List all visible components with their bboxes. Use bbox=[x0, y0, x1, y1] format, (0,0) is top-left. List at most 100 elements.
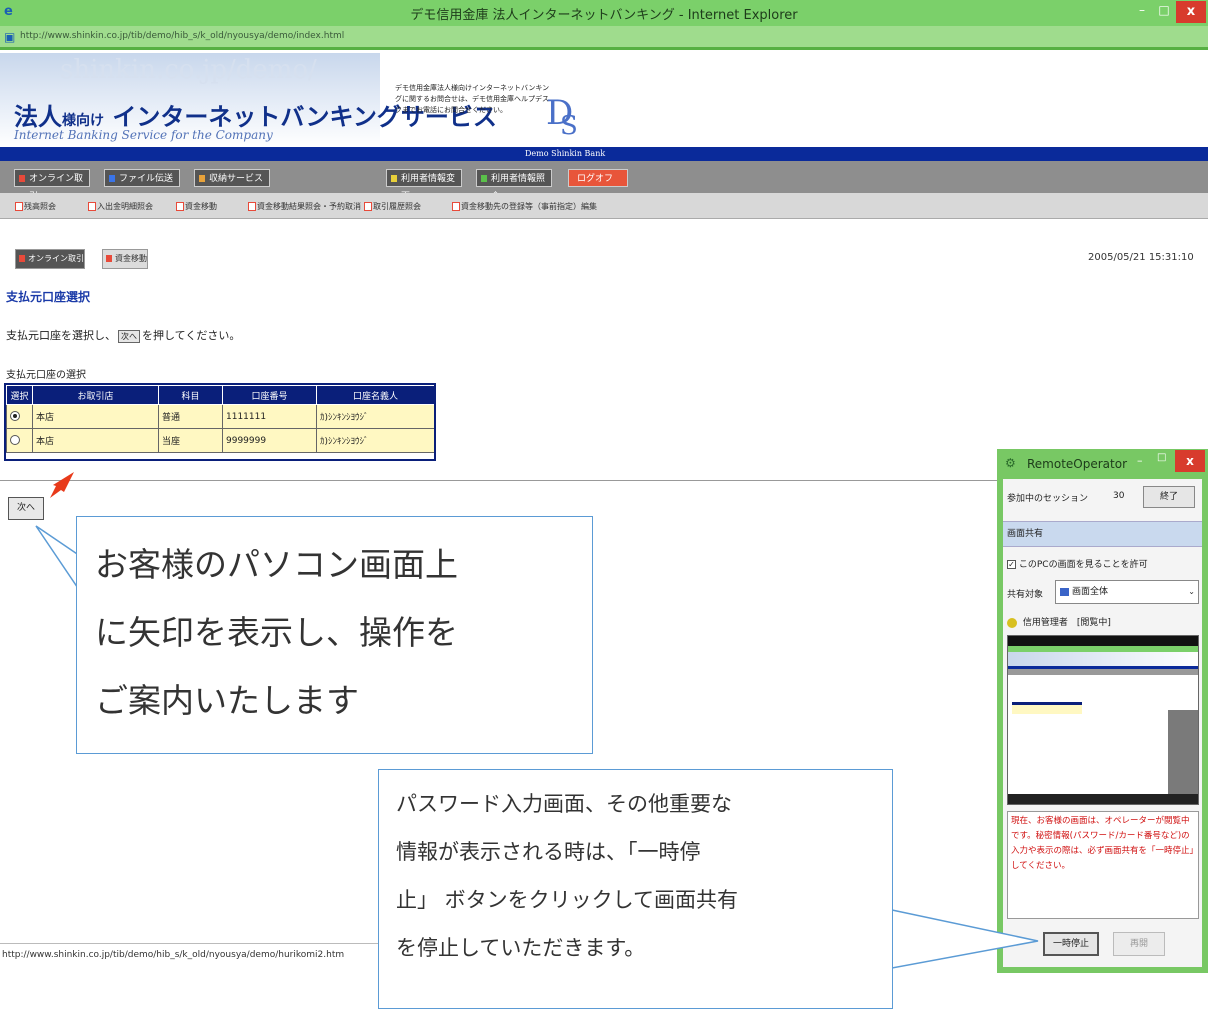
allow-screen-view[interactable]: ✓ このPCの画面を見ることを許可 bbox=[1007, 557, 1148, 570]
submenu-balance[interactable]: 残高照会 bbox=[15, 201, 56, 212]
cell-type: 普通 bbox=[158, 404, 223, 429]
share-target-select[interactable]: 画面全体 ⌄ bbox=[1055, 580, 1199, 604]
col-account-number: 口座番号 bbox=[222, 385, 317, 405]
preview-table bbox=[1012, 702, 1082, 714]
service-subtitle: Internet Banking Service for the Company bbox=[14, 128, 273, 142]
preview-menubar bbox=[1008, 669, 1198, 675]
callout-arrow-guide: お客様のパソコン画面上 に矢印を表示し、操作を ご案内いたします bbox=[76, 516, 593, 754]
col-type: 科目 bbox=[158, 385, 223, 405]
table-header-row: 選択 お取引店 科目 口座番号 口座名義人 bbox=[6, 385, 435, 405]
screen-share-section: 画面共有 bbox=[1003, 521, 1202, 547]
close-button[interactable]: x bbox=[1176, 1, 1206, 23]
preview-header bbox=[1008, 652, 1198, 666]
instruction-before: 支払元口座を選択し、 bbox=[6, 329, 116, 342]
pointer-arrow-icon bbox=[50, 472, 74, 498]
callout-arrow-line: ご案内いたします bbox=[95, 681, 359, 720]
cell-account-number: 9999999 bbox=[222, 428, 317, 453]
callout-arrow-line: お客様のパソコン画面上 bbox=[95, 545, 458, 584]
session-label: 参加中のセッション bbox=[1007, 494, 1089, 504]
col-holder: 口座名義人 bbox=[316, 385, 435, 405]
table-row[interactable]: 本店 当座 9999999 ｶ)ｼﾝｷﾝｼﾖｳｼﾞ bbox=[6, 428, 435, 453]
callout-pause-line: を停止していただきます。 bbox=[396, 936, 646, 960]
bank-name-bar: Demo Shinkin Bank bbox=[0, 147, 1208, 161]
end-session-button[interactable]: 終了 bbox=[1143, 486, 1195, 508]
submenu-payee-registration[interactable]: 資金移動先の登録等（事前指定）編集 bbox=[452, 201, 597, 212]
account-radio[interactable] bbox=[10, 435, 20, 446]
instruction-text: 支払元口座を選択し、 次へ を押してください。 bbox=[6, 327, 240, 343]
bank-header: shinkin.co.jp/demo/ 法人様向け インターネットバンキングサー… bbox=[0, 53, 1208, 147]
submenu-transfer-results[interactable]: 資金移動結果照会・予約取消 bbox=[248, 201, 361, 212]
instruction-after: を押してください。 bbox=[142, 329, 241, 342]
allow-checkbox[interactable]: ✓ bbox=[1007, 560, 1016, 569]
crumb-fund-transfer: 資金移動 bbox=[102, 249, 148, 269]
page-title: 支払元口座選択 bbox=[6, 290, 91, 304]
maximize-button[interactable]: □ bbox=[1155, 3, 1173, 21]
cell-type: 当座 bbox=[158, 428, 223, 453]
next-button[interactable]: 次へ bbox=[8, 497, 44, 520]
remote-operator-panel: ⚙ RemoteOperator – □ x 参加中のセッション 30 終了 画… bbox=[997, 449, 1208, 973]
col-select: 選択 bbox=[6, 385, 33, 405]
share-target-value: 画面全体 bbox=[1072, 587, 1109, 597]
cell-holder: ｶ)ｼﾝｷﾝｼﾖｳｼﾞ bbox=[316, 404, 435, 429]
service-title-part-a: 法人 bbox=[14, 103, 62, 131]
preview-bottombar bbox=[1008, 794, 1198, 804]
divider bbox=[0, 480, 1000, 481]
instruction-next-label: 次へ bbox=[118, 330, 140, 343]
window-titlebar: e デモ信用金庫 法人インターネットバンキング - Internet Explo… bbox=[0, 0, 1208, 26]
monitor-icon bbox=[1060, 588, 1069, 596]
ro-maximize-button[interactable]: □ bbox=[1157, 452, 1166, 463]
address-bar[interactable]: ▣ http://www.shinkin.co.jp/tib/demo/hib_… bbox=[0, 26, 1208, 50]
remote-operator-icon: ⚙ bbox=[1005, 456, 1016, 470]
share-target-label: 共有対象 bbox=[1007, 590, 1044, 600]
remote-operator-body: 参加中のセッション 30 終了 画面共有 ✓ このPCの画面を見ることを許可 共… bbox=[1003, 479, 1202, 967]
address-url[interactable]: http://www.shinkin.co.jp/tib/demo/hib_s/… bbox=[20, 31, 344, 41]
header-banner: shinkin.co.jp/demo/ 法人様向け インターネットバンキングサー… bbox=[0, 53, 497, 147]
menu-online-trading[interactable]: オンライン取引 bbox=[14, 169, 90, 202]
resume-button[interactable]: 再開 bbox=[1113, 932, 1165, 956]
menu-user-info-inquiry[interactable]: 利用者情報照会 bbox=[476, 169, 552, 202]
cell-branch: 本店 bbox=[32, 428, 159, 453]
minimize-button[interactable]: – bbox=[1133, 3, 1151, 21]
viewer-label: 信用管理者 [閲覧中] bbox=[1022, 618, 1111, 628]
menu-file-transfer[interactable]: ファイル伝送 bbox=[104, 169, 180, 187]
callout-pause-line: 止」 ボタンをクリックして画面共有 bbox=[396, 888, 739, 912]
main-menu: オンライン取引 ファイル伝送 収納サービス 利用者情報変更 利用者情報照会 ログ… bbox=[0, 161, 1208, 202]
submenu-history[interactable]: 取引履歴照会 bbox=[364, 201, 421, 212]
status-url: http://www.shinkin.co.jp/tib/demo/hib_s/… bbox=[2, 950, 345, 960]
table-row[interactable]: 本店 普通 1111111 ｶ)ｼﾝｷﾝｼﾖｳｼﾞ bbox=[6, 404, 435, 429]
submenu-transactions[interactable]: 入出金明細照会 bbox=[88, 201, 153, 212]
ro-close-button[interactable]: x bbox=[1175, 450, 1205, 472]
allow-label: このPCの画面を見ることを許可 bbox=[1018, 560, 1148, 570]
window-title: デモ信用金庫 法人インターネットバンキング - Internet Explore… bbox=[410, 8, 798, 23]
preview-topbar bbox=[1008, 636, 1198, 646]
cell-account-number: 1111111 bbox=[222, 404, 317, 429]
cell-holder: ｶ)ｼﾝｷﾝｼﾖｳｼﾞ bbox=[316, 428, 435, 453]
row-select-cell[interactable] bbox=[6, 404, 33, 429]
table-caption: 支払元口座の選択 bbox=[6, 370, 86, 381]
chevron-down-icon: ⌄ bbox=[1188, 587, 1195, 596]
privacy-warning: 現在、お客様の画面は、オペレーターが閲覧中です。秘密情報(パスワード/カード番号… bbox=[1007, 811, 1199, 919]
service-title-small: 様向け bbox=[62, 113, 104, 129]
session-count: 30 bbox=[1113, 491, 1125, 501]
user-icon bbox=[1007, 617, 1017, 628]
remote-operator-title: RemoteOperator bbox=[1027, 457, 1128, 471]
callout-pause-line: パスワード入力画面、その他重要な bbox=[396, 792, 732, 816]
pause-button[interactable]: 一時停止 bbox=[1043, 932, 1099, 956]
screen-preview bbox=[1007, 635, 1199, 805]
page-icon: ▣ bbox=[4, 30, 16, 44]
logoff-button[interactable]: ログオフ bbox=[568, 169, 628, 187]
preview-panel bbox=[1168, 710, 1198, 794]
sub-menu: 残高照会 入出金明細照会 資金移動 資金移動結果照会・予約取消 取引履歴照会 資… bbox=[0, 193, 1208, 219]
menu-collection-service[interactable]: 収納サービス bbox=[194, 169, 270, 187]
menu-user-info-change[interactable]: 利用者情報変更 bbox=[386, 169, 462, 202]
account-table: 選択 お取引店 科目 口座番号 口座名義人 本店 普通 1111111 ｶ)ｼﾝ… bbox=[6, 385, 435, 453]
ds-logo-s: S bbox=[560, 111, 578, 141]
row-select-cell[interactable] bbox=[6, 428, 33, 453]
ds-logo: D S bbox=[546, 93, 580, 143]
ro-minimize-button[interactable]: – bbox=[1137, 454, 1143, 467]
account-radio-selected[interactable] bbox=[10, 411, 20, 422]
crumb-online-trading: オンライン取引 bbox=[15, 249, 85, 269]
bank-name-en: Demo Shinkin Bank bbox=[525, 149, 606, 158]
helpdesk-note: デモ信用金庫法人様向けインターネットバンキングに関するお問合せは、デモ信用金庫ヘ… bbox=[395, 84, 550, 114]
submenu-fund-transfer[interactable]: 資金移動 bbox=[176, 201, 217, 212]
